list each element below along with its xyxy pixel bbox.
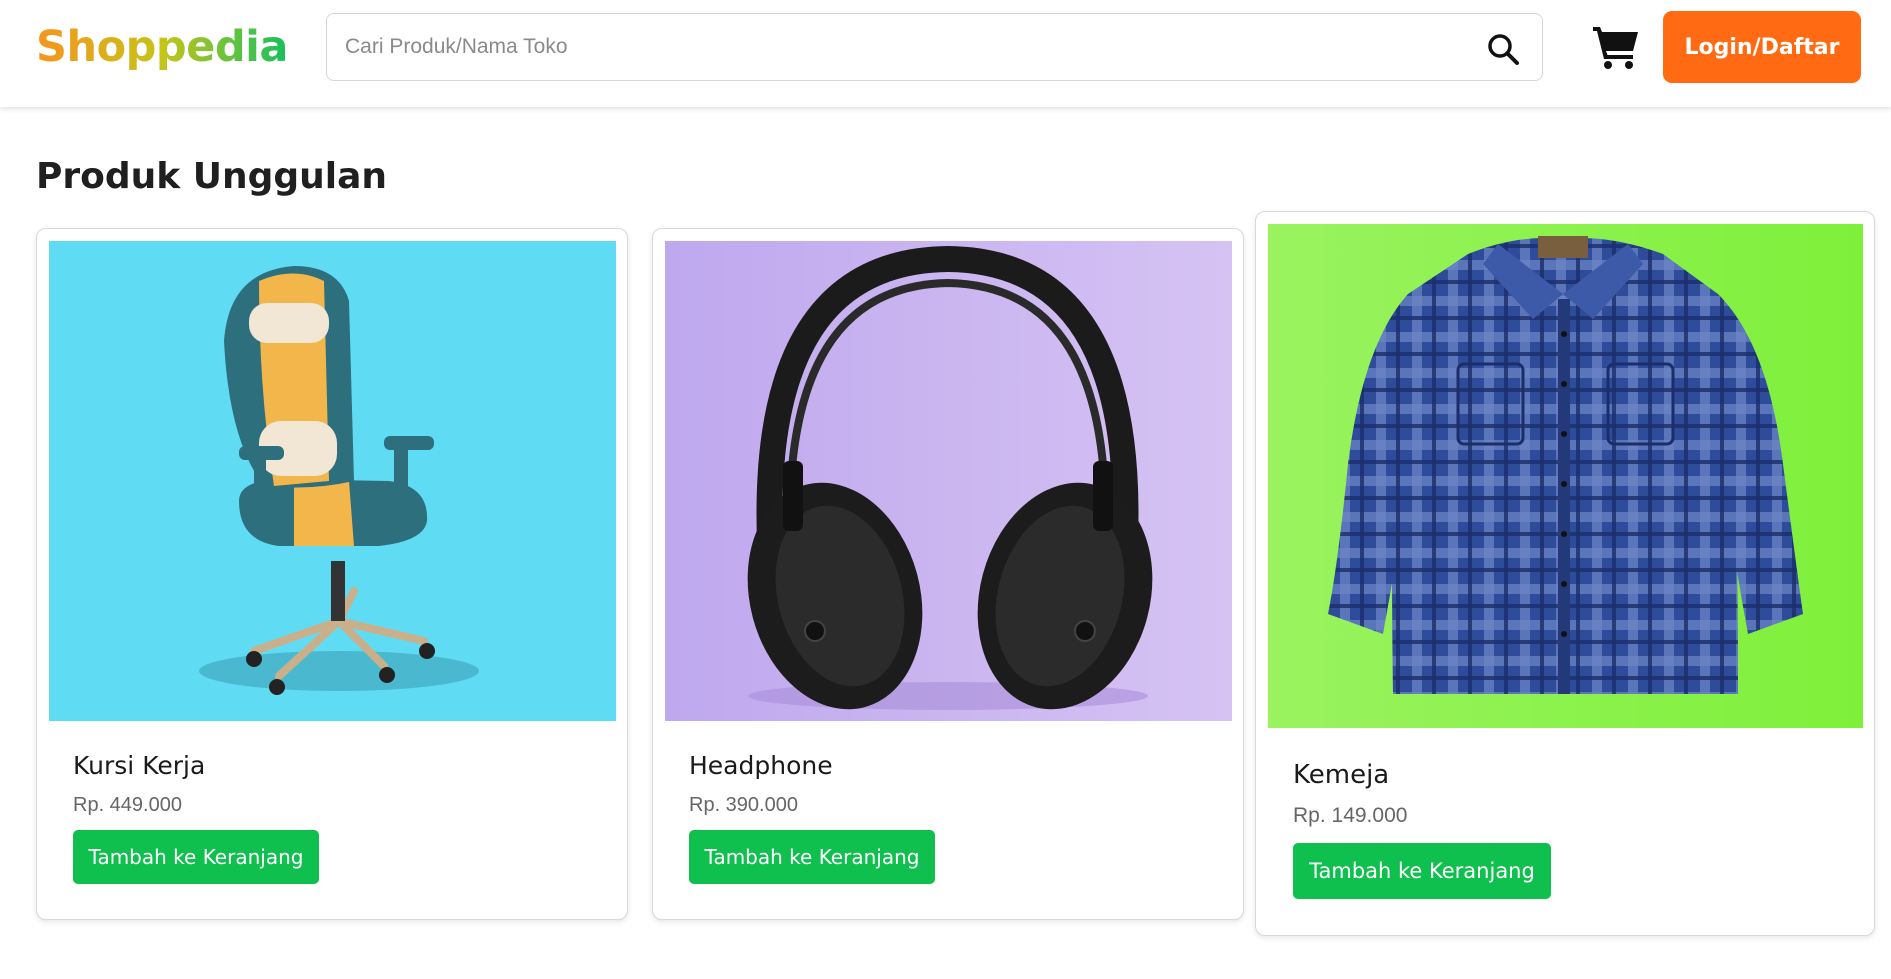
product-price: Rp. 390.000 <box>689 794 798 816</box>
product-card[interactable]: Kemeja Rp. 149.000 Tambah ke Keranjang <box>1255 211 1875 936</box>
product-price: Rp. 149.000 <box>1293 804 1408 827</box>
section-title: Produk Unggulan <box>36 156 388 197</box>
product-card[interactable]: Headphone Rp. 390.000 Tambah ke Keranjan… <box>652 228 1244 920</box>
add-to-cart-button[interactable]: Tambah ke Keranjang <box>1293 843 1551 899</box>
add-to-cart-button[interactable]: Tambah ke Keranjang <box>73 830 319 884</box>
product-name[interactable]: Headphone <box>689 751 833 780</box>
product-image-headphones[interactable] <box>665 241 1232 721</box>
product-image-plaid-shirt[interactable] <box>1268 224 1863 728</box>
product-name[interactable]: Kursi Kerja <box>73 751 205 780</box>
login-register-button[interactable]: Login/Daftar <box>1663 11 1861 83</box>
product-image-office-chair[interactable] <box>49 241 616 721</box>
product-name[interactable]: Kemeja <box>1293 760 1389 790</box>
search-bar <box>326 13 1543 81</box>
product-price: Rp. 449.000 <box>73 794 182 816</box>
search-input[interactable] <box>345 14 1445 79</box>
search-icon[interactable] <box>1486 32 1520 66</box>
cart-icon[interactable] <box>1592 24 1640 70</box>
add-to-cart-button[interactable]: Tambah ke Keranjang <box>689 830 935 884</box>
top-header: Shoppedia Login/Daftar <box>0 0 1891 107</box>
logo[interactable]: Shoppedia <box>36 22 288 72</box>
product-card[interactable]: Kursi Kerja Rp. 449.000 Tambah ke Keranj… <box>36 228 628 920</box>
